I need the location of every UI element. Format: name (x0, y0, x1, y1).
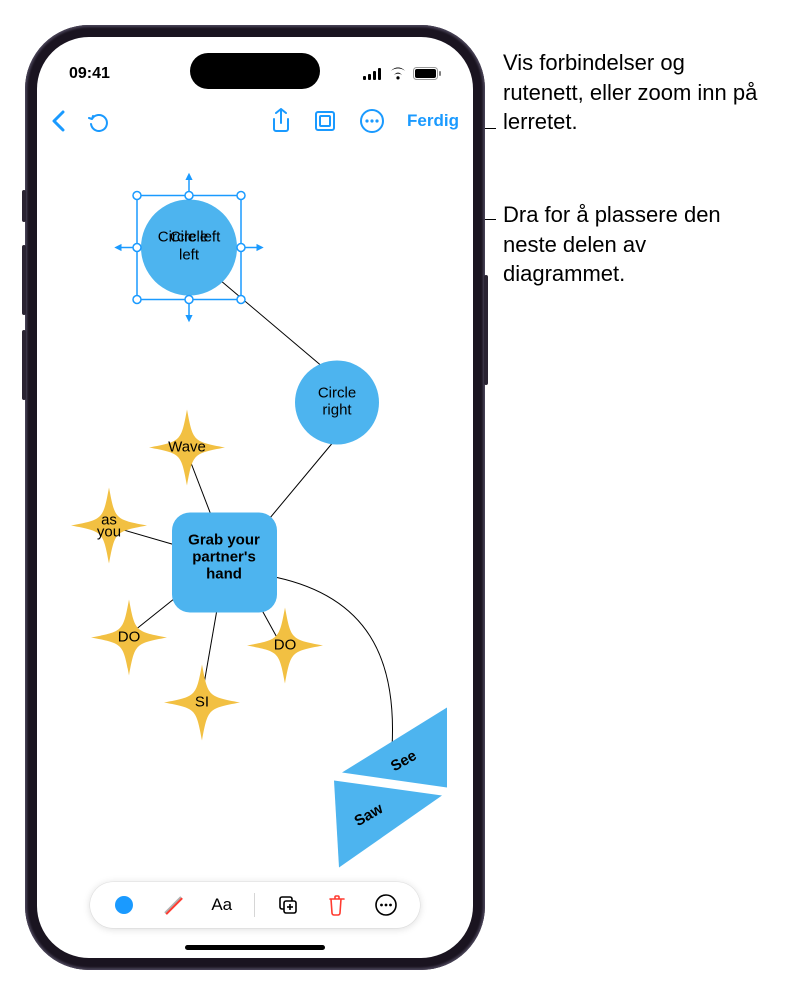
svg-text:left: left (179, 247, 200, 264)
delete-button[interactable] (321, 894, 353, 916)
node-wave[interactable]: Wave (149, 410, 225, 486)
home-indicator (185, 945, 325, 950)
phone-frame: 09:41 (25, 25, 485, 970)
node-do-2[interactable]: DO (247, 608, 323, 684)
more-tools-button[interactable] (370, 893, 402, 917)
svg-text:Circle: Circle (318, 385, 356, 402)
done-button[interactable]: Ferdig (407, 111, 459, 131)
node-do-1[interactable]: DO (91, 600, 167, 676)
node-see[interactable]: See (342, 708, 447, 788)
power-button (484, 275, 488, 385)
svg-text:DO: DO (274, 637, 297, 654)
top-toolbar: Ferdig (37, 99, 473, 143)
dynamic-island (190, 53, 320, 89)
diagram-svg: Circle left Circle left (37, 147, 473, 878)
canvas-view-button[interactable] (313, 109, 337, 133)
more-button[interactable] (359, 108, 385, 134)
battery-icon (413, 67, 441, 80)
volume-up-button (22, 245, 26, 315)
toolbar-divider (254, 893, 255, 917)
share-button[interactable] (271, 108, 291, 134)
wifi-icon (389, 67, 407, 80)
status-right (363, 67, 441, 80)
back-button[interactable] (51, 110, 65, 132)
undo-button[interactable] (87, 110, 109, 132)
duplicate-button[interactable] (272, 894, 304, 916)
node-si[interactable]: SI (164, 665, 240, 741)
fill-tool-button[interactable] (108, 895, 140, 915)
callout-drag-handle: Dra for å plassere den neste delen av di… (503, 200, 763, 289)
node-as-you[interactable]: as you (71, 488, 147, 564)
status-time: 09:41 (69, 65, 110, 83)
stroke-tool-button[interactable] (157, 894, 189, 916)
node-circle-right[interactable]: Circle right (295, 361, 379, 445)
svg-text:you: you (97, 524, 121, 541)
screen: 09:41 (37, 37, 473, 958)
svg-text:DO: DO (118, 629, 141, 646)
svg-text:right: right (322, 402, 352, 419)
cellular-icon (363, 68, 383, 80)
svg-text:partner's: partner's (192, 549, 256, 566)
svg-text:Grab your: Grab your (188, 532, 260, 549)
diagram-canvas[interactable]: Circle left Circle left (37, 147, 473, 878)
svg-text:hand: hand (206, 566, 242, 583)
callout-view-options: Vis forbindelser og rutenett, eller zoom… (503, 48, 763, 137)
text-tool-button[interactable]: Aa (206, 895, 238, 915)
svg-text:Wave: Wave (168, 439, 206, 456)
svg-text:Circle: Circle (170, 229, 208, 246)
bottom-toolbar: Aa (90, 882, 420, 928)
svg-text:SI: SI (195, 694, 209, 711)
node-grab[interactable]: Grab your partner's hand (172, 513, 277, 613)
ringer-switch (22, 190, 26, 222)
node-saw[interactable]: Saw (334, 781, 442, 868)
volume-down-button (22, 330, 26, 400)
